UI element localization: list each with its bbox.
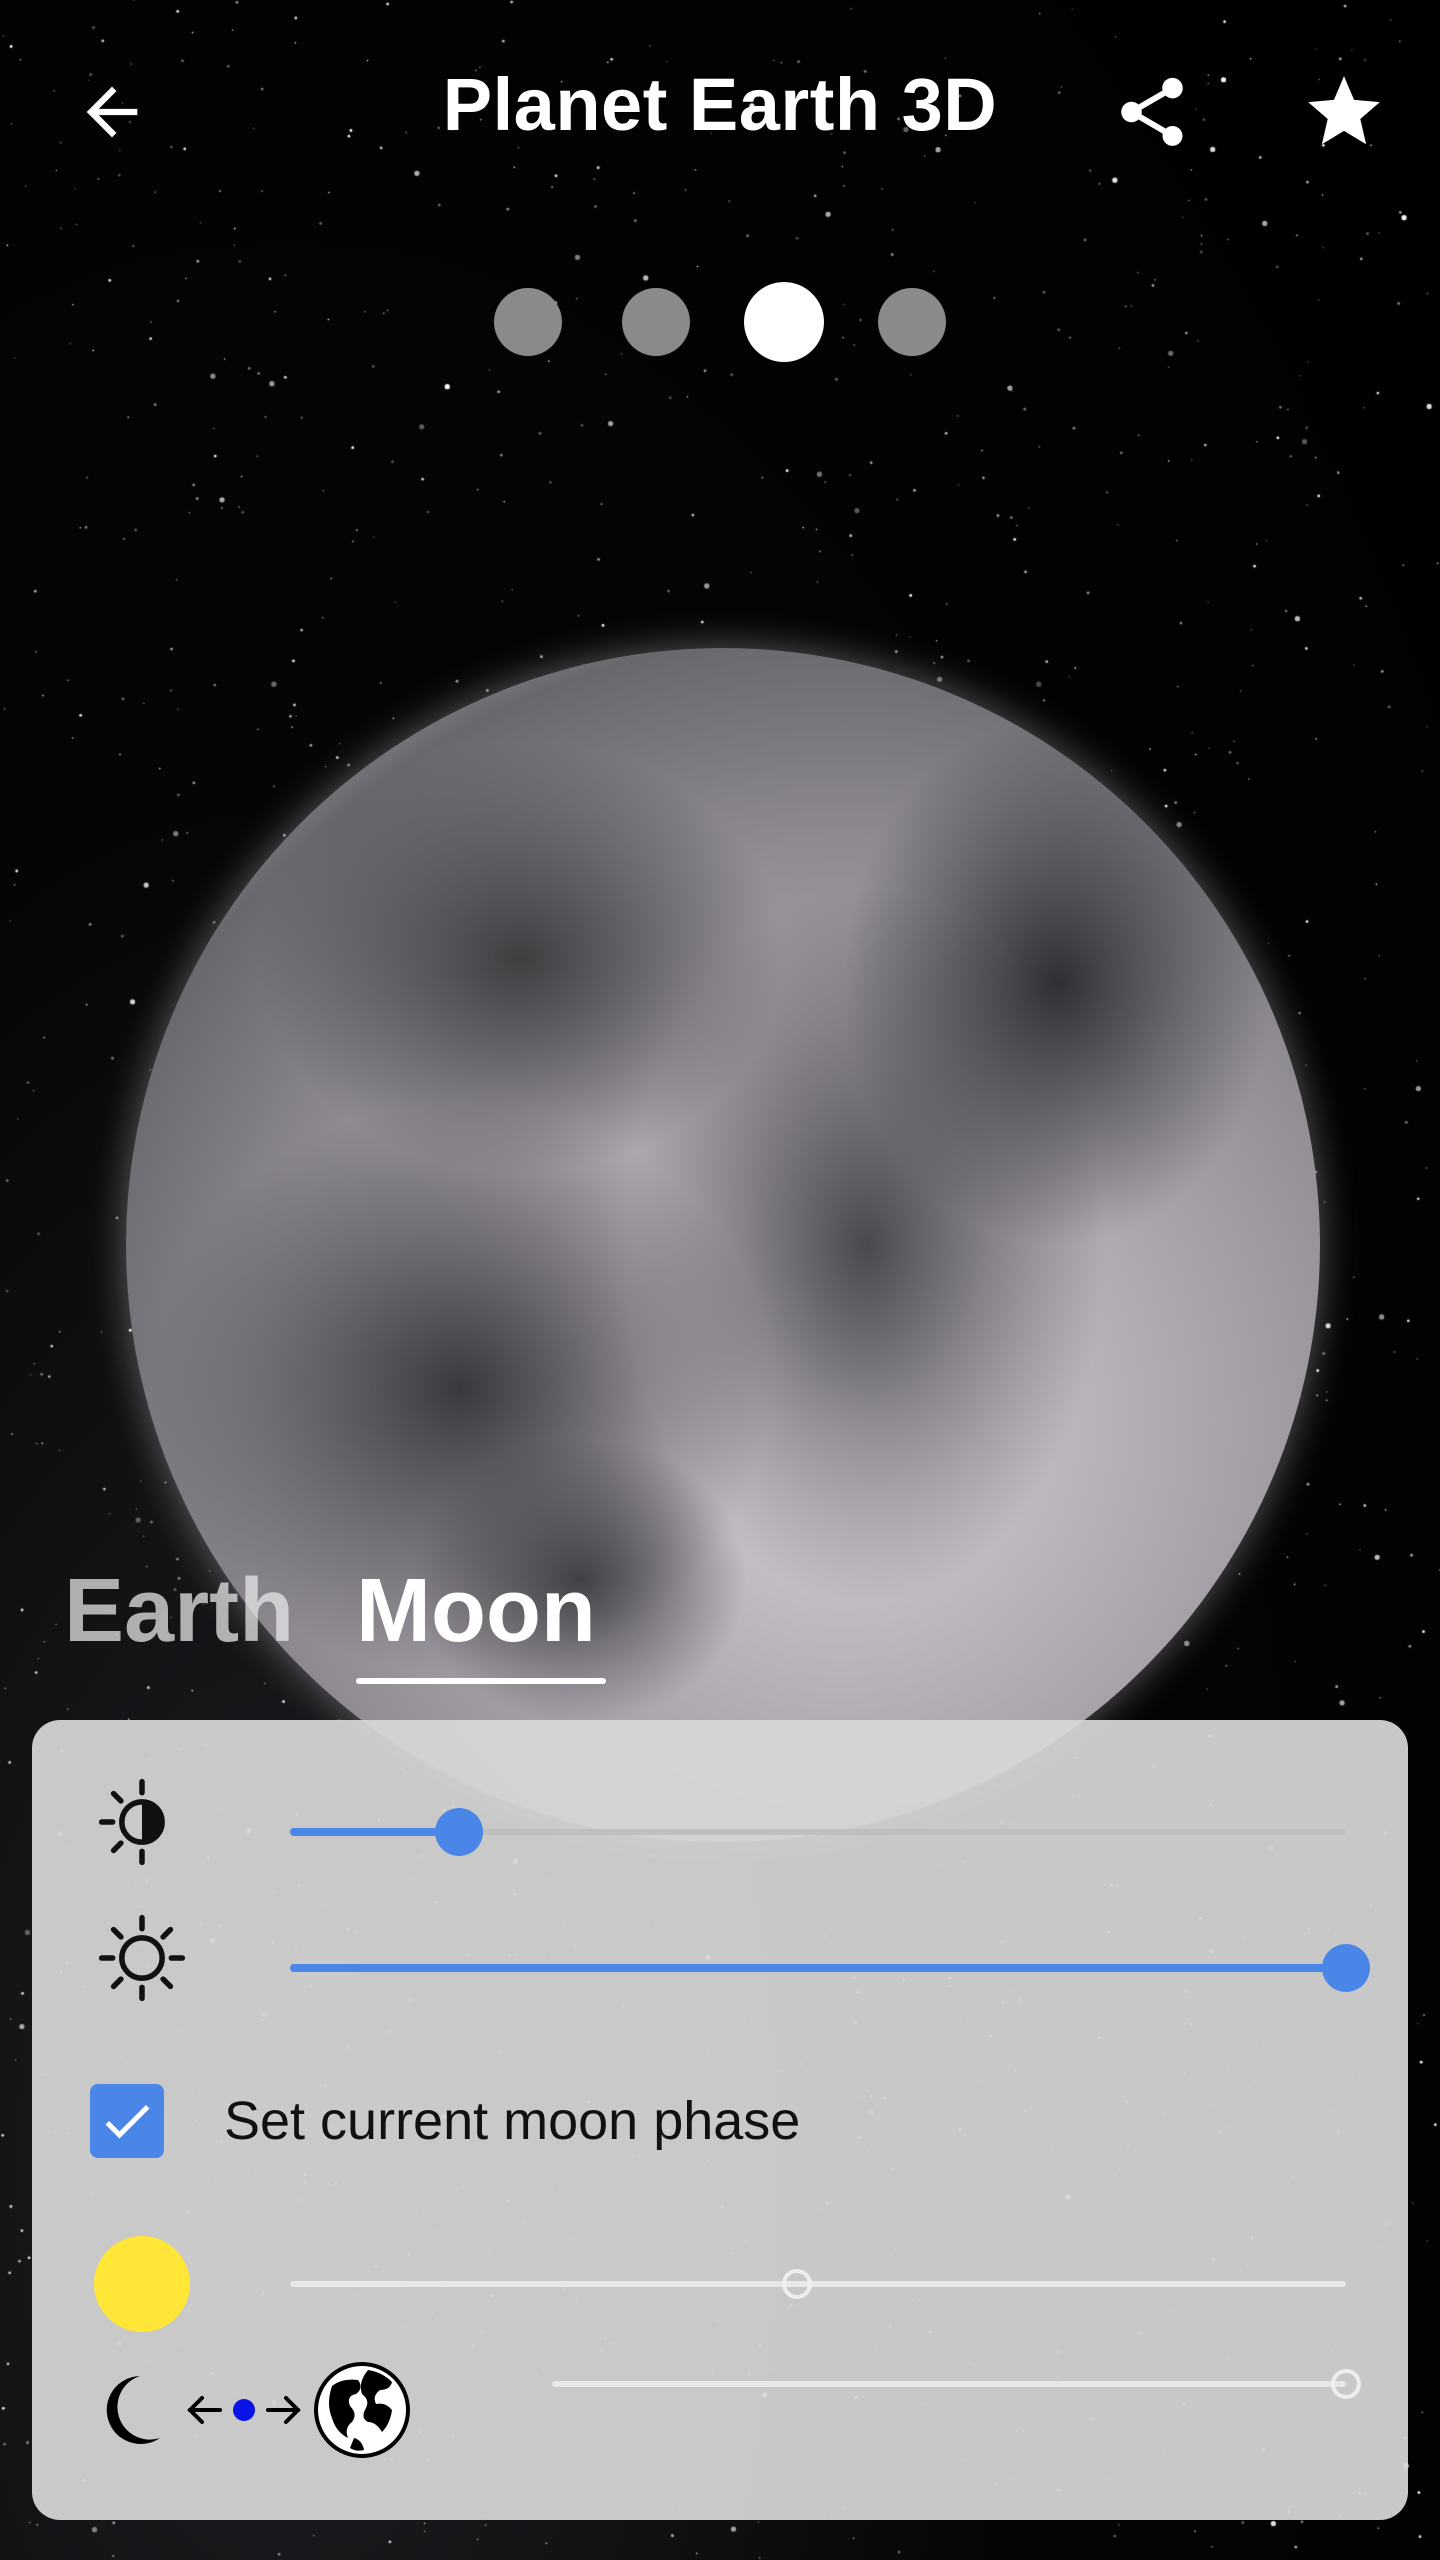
tab-moon[interactable]: Moon bbox=[356, 1560, 596, 1663]
page-dot-3[interactable] bbox=[744, 282, 824, 362]
share-icon bbox=[1121, 77, 1183, 146]
back-button[interactable] bbox=[52, 52, 172, 172]
distance-slider[interactable] bbox=[552, 2364, 1361, 2404]
star-icon bbox=[1308, 76, 1380, 145]
sun-icon bbox=[94, 2236, 190, 2332]
favorite-button[interactable] bbox=[1284, 52, 1404, 172]
moon-phase-checkbox[interactable] bbox=[90, 2084, 164, 2158]
brightness-icon bbox=[94, 1910, 190, 2006]
page-indicator bbox=[0, 282, 1440, 362]
brightness-slider[interactable] bbox=[290, 1944, 1370, 1992]
top-app-bar: Planet Earth 3D bbox=[0, 0, 1440, 230]
slider-track bbox=[552, 2381, 1346, 2387]
contrast-icon bbox=[94, 1774, 190, 1870]
moon-globe[interactable] bbox=[126, 648, 1320, 1842]
sun-position-slider[interactable] bbox=[290, 2264, 1346, 2304]
crescent-moon-icon bbox=[106, 2376, 160, 2444]
page-title: Planet Earth 3D bbox=[442, 63, 998, 146]
slider-fill bbox=[290, 1828, 459, 1836]
page-dot-2[interactable] bbox=[622, 288, 690, 356]
settings-panel: Set current moon phase bbox=[32, 1720, 1408, 2520]
page-dot-1[interactable] bbox=[494, 288, 562, 356]
check-icon bbox=[105, 2104, 150, 2139]
slider-thumb[interactable] bbox=[434, 1808, 483, 1856]
slider-track bbox=[290, 2281, 1346, 2287]
dot-icon bbox=[233, 2399, 255, 2421]
active-tab-underline bbox=[356, 1678, 606, 1684]
slider-thumb[interactable] bbox=[1322, 1944, 1370, 1992]
slider-thumb[interactable] bbox=[781, 2269, 812, 2299]
slider-thumb[interactable] bbox=[1331, 2369, 1361, 2399]
distance-icons bbox=[92, 2360, 512, 2460]
arrow-right-icon bbox=[266, 2396, 301, 2424]
arrow-left-icon bbox=[86, 86, 138, 138]
contrast-slider[interactable] bbox=[290, 1808, 1346, 1856]
moon-phase-label: Set current moon phase bbox=[224, 2091, 801, 2151]
page-dot-4[interactable] bbox=[878, 288, 946, 356]
arrow-left-icon bbox=[187, 2396, 222, 2424]
globe-icon bbox=[314, 2362, 410, 2458]
slider-fill bbox=[290, 1964, 1346, 1972]
share-button[interactable] bbox=[1092, 52, 1212, 172]
tab-earth[interactable]: Earth bbox=[64, 1560, 294, 1663]
